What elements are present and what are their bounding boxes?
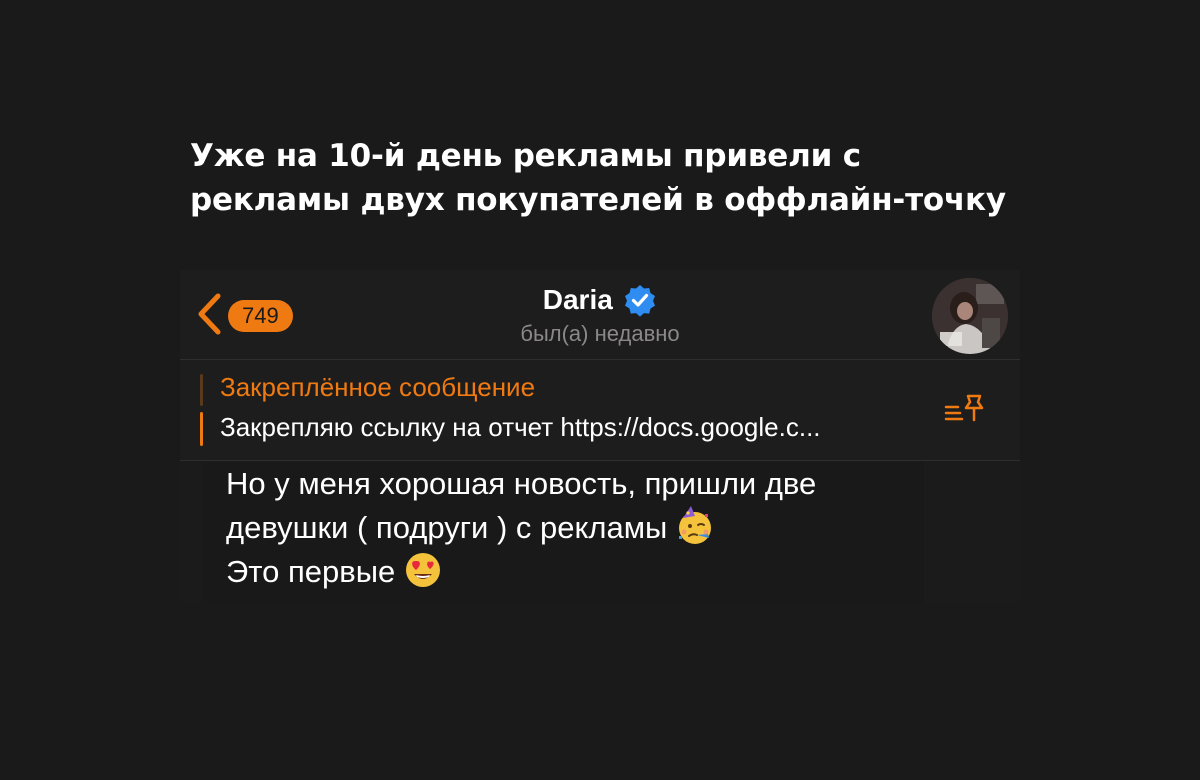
pinned-title: Закреплённое сообщение (220, 372, 536, 402)
chat-header: 749 Daria был(а) недавно (180, 270, 1020, 360)
message-bubble[interactable]: Но у меня хорошая новость, пришли две де… (202, 462, 924, 602)
page: Уже на 10-й день рекламы привели с рекла… (0, 0, 1200, 780)
heart-eyes-face-icon (406, 553, 441, 587)
message-line-3: Это первые (226, 550, 443, 594)
contact-status: был(а) недавно (520, 321, 680, 346)
contact-name: Daria (542, 284, 613, 315)
message-line-1: Но у меня хорошая новость, пришли две (226, 466, 817, 501)
avatar[interactable] (932, 278, 1008, 354)
headline: Уже на 10-й день рекламы привели с рекла… (190, 134, 1050, 222)
avatar-photo-icon (932, 278, 1008, 354)
headline-line-2: рекламы двух покупателей в оффлайн-точку (190, 182, 1006, 218)
chat-screenshot: 749 Daria был(а) недавно Закреплённое со… (180, 270, 1020, 602)
contact-title[interactable]: Daria (180, 282, 1020, 318)
message-line-2: девушки ( подруги ) с рекламы (226, 506, 715, 550)
verified-badge-icon (625, 285, 656, 317)
pinned-indicator-active (200, 412, 203, 446)
message-area: Но у меня хорошая новость, пришли две де… (180, 462, 1020, 602)
pin-list-icon (944, 394, 984, 422)
pinned-text: Закрепляю ссылку на отчет https://docs.g… (220, 412, 821, 442)
headline-line-1: Уже на 10-й день рекламы привели с (190, 138, 861, 174)
pinned-indicator-inactive (200, 374, 203, 406)
partying-face-icon (679, 506, 712, 544)
pinned-list-button[interactable] (942, 390, 990, 430)
pinned-message-bar[interactable]: Закреплённое сообщение Закрепляю ссылку … (180, 360, 1020, 461)
